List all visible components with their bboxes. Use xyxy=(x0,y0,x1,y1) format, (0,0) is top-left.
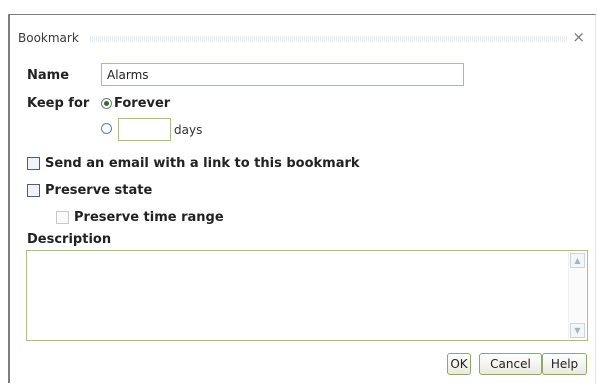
cancel-button[interactable]: Cancel xyxy=(479,353,542,375)
name-label: Name xyxy=(27,68,70,83)
keep-for-label: Keep for xyxy=(27,96,90,111)
preserve-time-range-checkbox[interactable] xyxy=(56,211,69,224)
description-textarea[interactable]: ▲ ▼ xyxy=(26,250,588,341)
titlebar-drag-area[interactable] xyxy=(90,36,567,42)
days-radio[interactable] xyxy=(101,123,112,134)
dialog-titlebar: Bookmark × xyxy=(10,15,595,49)
description-label: Description xyxy=(27,232,112,247)
scroll-down-icon[interactable]: ▼ xyxy=(570,323,585,338)
close-icon[interactable]: × xyxy=(572,29,585,45)
bookmark-dialog: Bookmark × Name Keep for Forever days Se… xyxy=(8,14,596,383)
days-input[interactable] xyxy=(118,118,171,141)
forever-label: Forever xyxy=(114,96,171,111)
help-button[interactable]: Help xyxy=(542,353,587,375)
description-scrollbar[interactable]: ▲ ▼ xyxy=(568,252,586,339)
preserve-state-label: Preserve state xyxy=(45,183,153,198)
scroll-up-icon[interactable]: ▲ xyxy=(570,253,585,268)
name-input[interactable] xyxy=(101,63,464,86)
preserve-time-range-label: Preserve time range xyxy=(74,210,224,225)
send-email-checkbox[interactable] xyxy=(27,157,40,170)
ok-button[interactable]: OK xyxy=(447,353,471,375)
days-label: days xyxy=(174,123,203,137)
dialog-title: Bookmark xyxy=(18,31,79,45)
send-email-label: Send an email with a link to this bookma… xyxy=(45,156,360,171)
preserve-state-checkbox[interactable] xyxy=(27,184,40,197)
forever-radio[interactable] xyxy=(101,98,112,109)
